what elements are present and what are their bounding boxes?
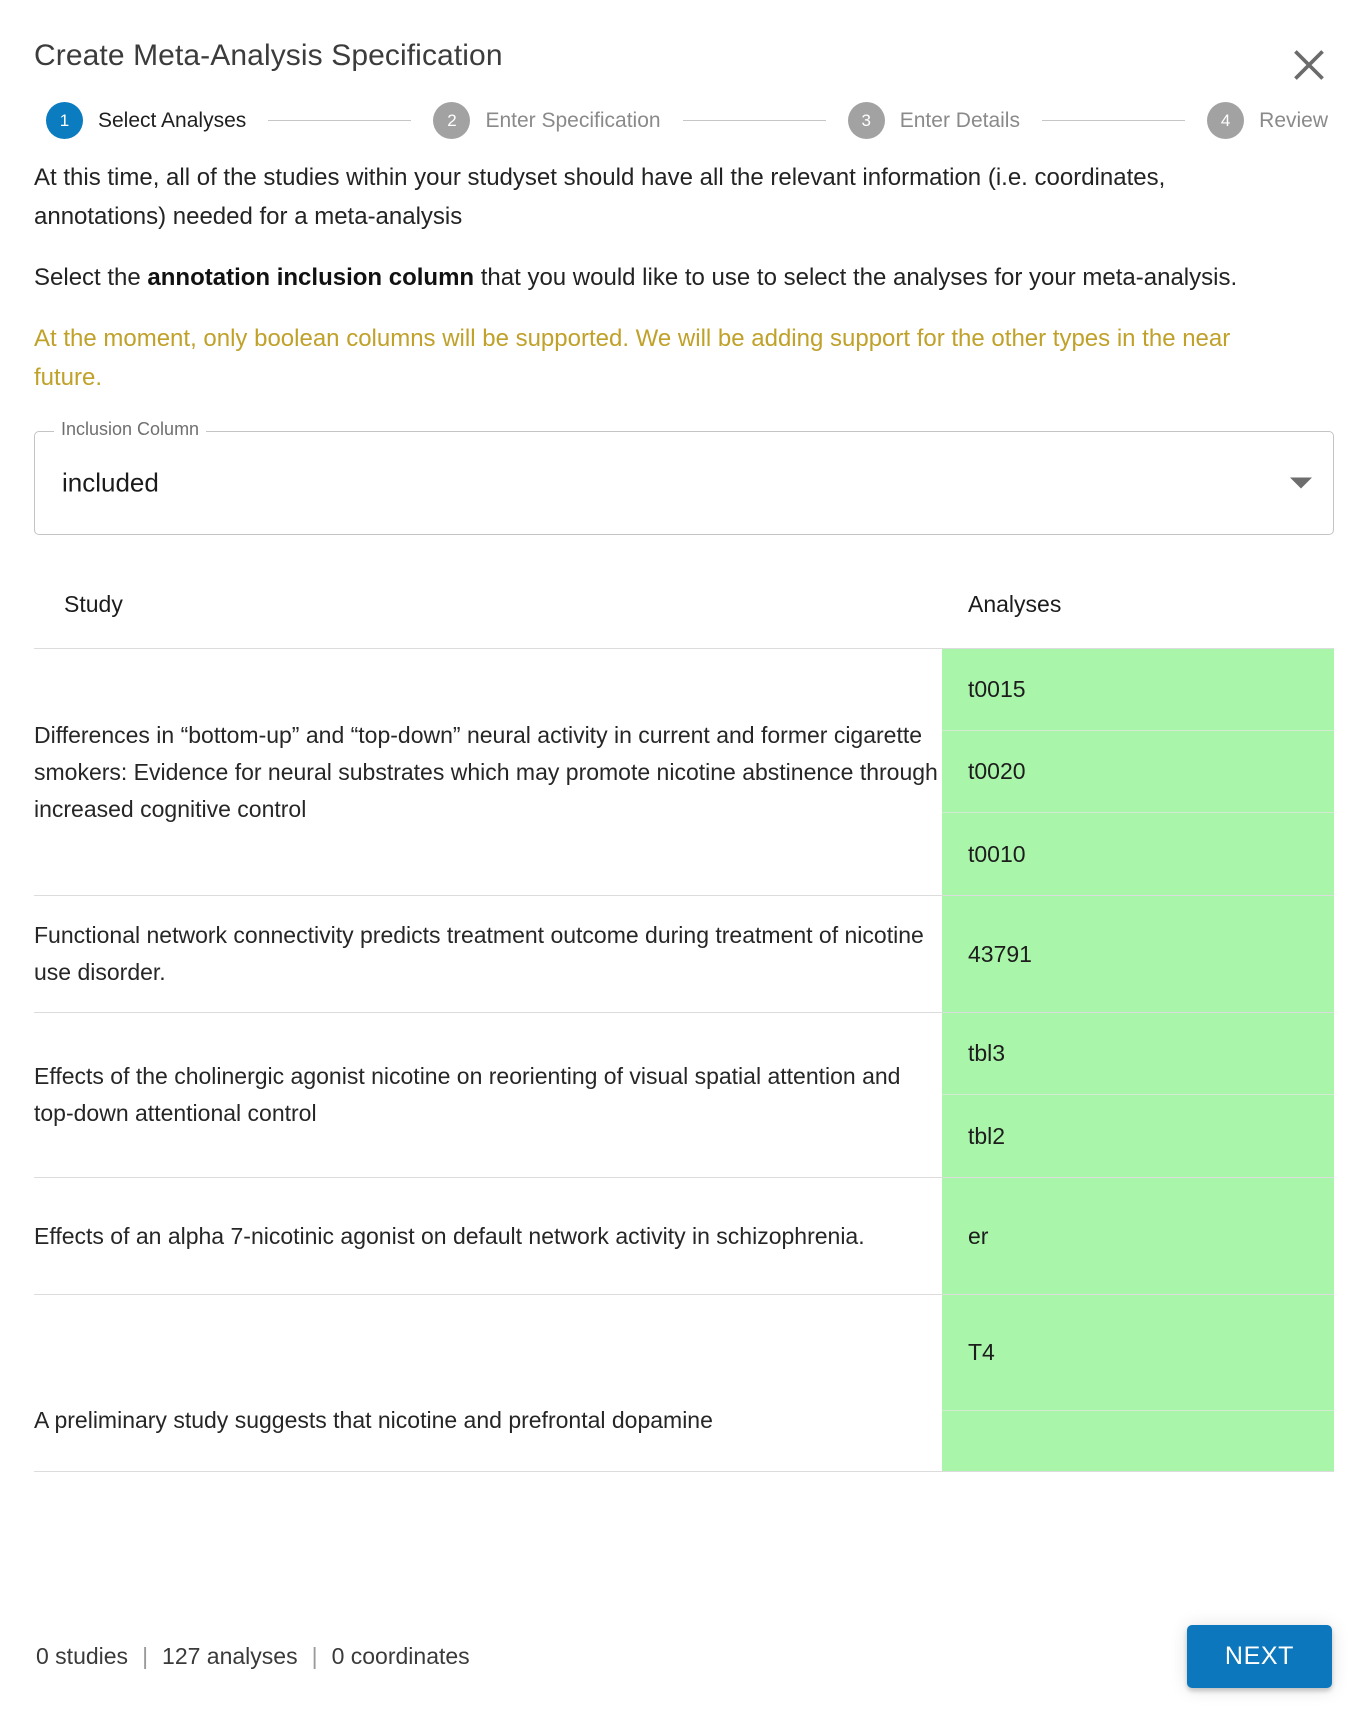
- step-connector-1: [268, 120, 412, 121]
- analysis-item[interactable]: [942, 1411, 1334, 1471]
- step-label-2: Enter Specification: [485, 108, 661, 132]
- step-review[interactable]: 4 Review: [1207, 102, 1328, 139]
- column-header-analyses: Analyses: [942, 577, 1334, 650]
- intro-paragraph: At this time, all of the studies within …: [34, 164, 1166, 230]
- analyses-cell: tbl3 tbl2: [942, 1012, 1334, 1179]
- table-row[interactable]: Effects of an alpha 7-nicotinic agonist …: [34, 1177, 1334, 1296]
- step-select-analyses[interactable]: 1 Select Analyses: [46, 102, 246, 139]
- analyses-cell: T4: [942, 1294, 1334, 1473]
- analysis-list: er: [942, 1178, 1334, 1294]
- coordinates-count: 0 coordinates: [331, 1642, 470, 1669]
- step-enter-details[interactable]: 3 Enter Details: [847, 102, 1020, 139]
- dialog-title-bar: Create Meta-Analysis Specification: [0, 0, 1368, 80]
- next-button[interactable]: NEXT: [1186, 1624, 1332, 1688]
- study-title: Functional network connectivity predicts…: [34, 895, 942, 1014]
- step-number-3: 3: [847, 102, 885, 139]
- analysis-item[interactable]: 43791: [942, 896, 1334, 1012]
- step-number-4: 4: [1207, 102, 1245, 139]
- study-title: Differences in “bottom-up” and “top-down…: [34, 648, 942, 897]
- analysis-list: t0015 t0020 t0010: [942, 649, 1334, 895]
- step-number-1: 1: [46, 102, 83, 139]
- studies-table: Study Analyses Differences in “bottom-up…: [34, 577, 1334, 1473]
- wizard-stepper: 1 Select Analyses 2 Enter Specification …: [0, 74, 1368, 139]
- table-body: Differences in “bottom-up” and “top-down…: [34, 648, 1334, 1473]
- table-row[interactable]: Effects of the cholinergic agonist nicot…: [34, 1012, 1334, 1179]
- analysis-item[interactable]: tbl2: [942, 1095, 1334, 1177]
- summary-counts: 0 studies | 127 analyses | 0 coordinates: [36, 1643, 470, 1670]
- analyses-cell: 43791: [942, 895, 1334, 1014]
- table-head: Study Analyses: [34, 577, 1334, 650]
- inclusion-column-label: Inclusion Column: [54, 420, 207, 439]
- analysis-list: T4: [942, 1295, 1334, 1471]
- table-row[interactable]: Functional network connectivity predicts…: [34, 895, 1334, 1014]
- study-title: Effects of the cholinergic agonist nicot…: [34, 1012, 942, 1179]
- count-separator: |: [142, 1642, 149, 1669]
- analysis-list: 43791: [942, 896, 1334, 1012]
- column-header-study: Study: [34, 577, 942, 650]
- study-title: Effects of an alpha 7-nicotinic agonist …: [34, 1177, 942, 1296]
- analysis-list: tbl3 tbl2: [942, 1013, 1334, 1177]
- dialog-footer: 0 studies | 127 analyses | 0 coordinates…: [0, 1597, 1368, 1715]
- table-row[interactable]: A preliminary study suggests that nicoti…: [34, 1294, 1334, 1473]
- table-header-row: Study Analyses: [34, 577, 1334, 650]
- select-outline: [34, 431, 1334, 536]
- step-connector-3: [1041, 120, 1186, 121]
- step-connector-2: [682, 120, 826, 121]
- step-label-4: Review: [1259, 108, 1329, 132]
- dialog-content[interactable]: At this time, all of the studies within …: [0, 139, 1368, 1597]
- analysis-item[interactable]: er: [942, 1178, 1334, 1294]
- instruction-post: that you would like to use to select the…: [474, 263, 1238, 291]
- studies-count: 0 studies: [36, 1642, 129, 1669]
- study-title: A preliminary study suggests that nicoti…: [34, 1294, 942, 1473]
- close-icon: [1288, 44, 1330, 86]
- step-label-3: Enter Details: [899, 108, 1020, 132]
- table-row[interactable]: Differences in “bottom-up” and “top-down…: [34, 648, 1334, 897]
- inclusion-column-value: included: [62, 467, 159, 498]
- analyses-cell: er: [942, 1177, 1334, 1296]
- analysis-item[interactable]: T4: [942, 1295, 1334, 1412]
- step-label-1: Select Analyses: [98, 108, 247, 132]
- analyses-cell: t0015 t0020 t0010: [942, 648, 1334, 897]
- meta-analysis-dialog: Create Meta-Analysis Specification 1 Sel…: [0, 0, 1368, 1715]
- instruction-emphasis: annotation inclusion column: [147, 263, 475, 291]
- analysis-item[interactable]: t0015: [942, 649, 1334, 732]
- close-button[interactable]: [1280, 36, 1338, 94]
- analysis-item[interactable]: tbl3: [942, 1013, 1334, 1096]
- chevron-down-icon[interactable]: [1290, 477, 1312, 489]
- instruction-pre: Select the: [34, 263, 148, 291]
- step-number-2: 2: [433, 102, 471, 139]
- inclusion-column-select[interactable]: Inclusion Column included: [34, 420, 1334, 536]
- step-enter-specification[interactable]: 2 Enter Specification: [433, 102, 661, 139]
- warning-paragraph: At the moment, only boolean columns will…: [34, 324, 1231, 391]
- page-title: Create Meta-Analysis Specification: [34, 39, 503, 72]
- analysis-item[interactable]: t0010: [942, 813, 1334, 895]
- analysis-item[interactable]: t0020: [942, 731, 1334, 814]
- instruction-paragraph: Select the annotation inclusion column t…: [34, 259, 1254, 298]
- analyses-count: 127 analyses: [162, 1642, 298, 1669]
- count-separator: |: [311, 1642, 318, 1669]
